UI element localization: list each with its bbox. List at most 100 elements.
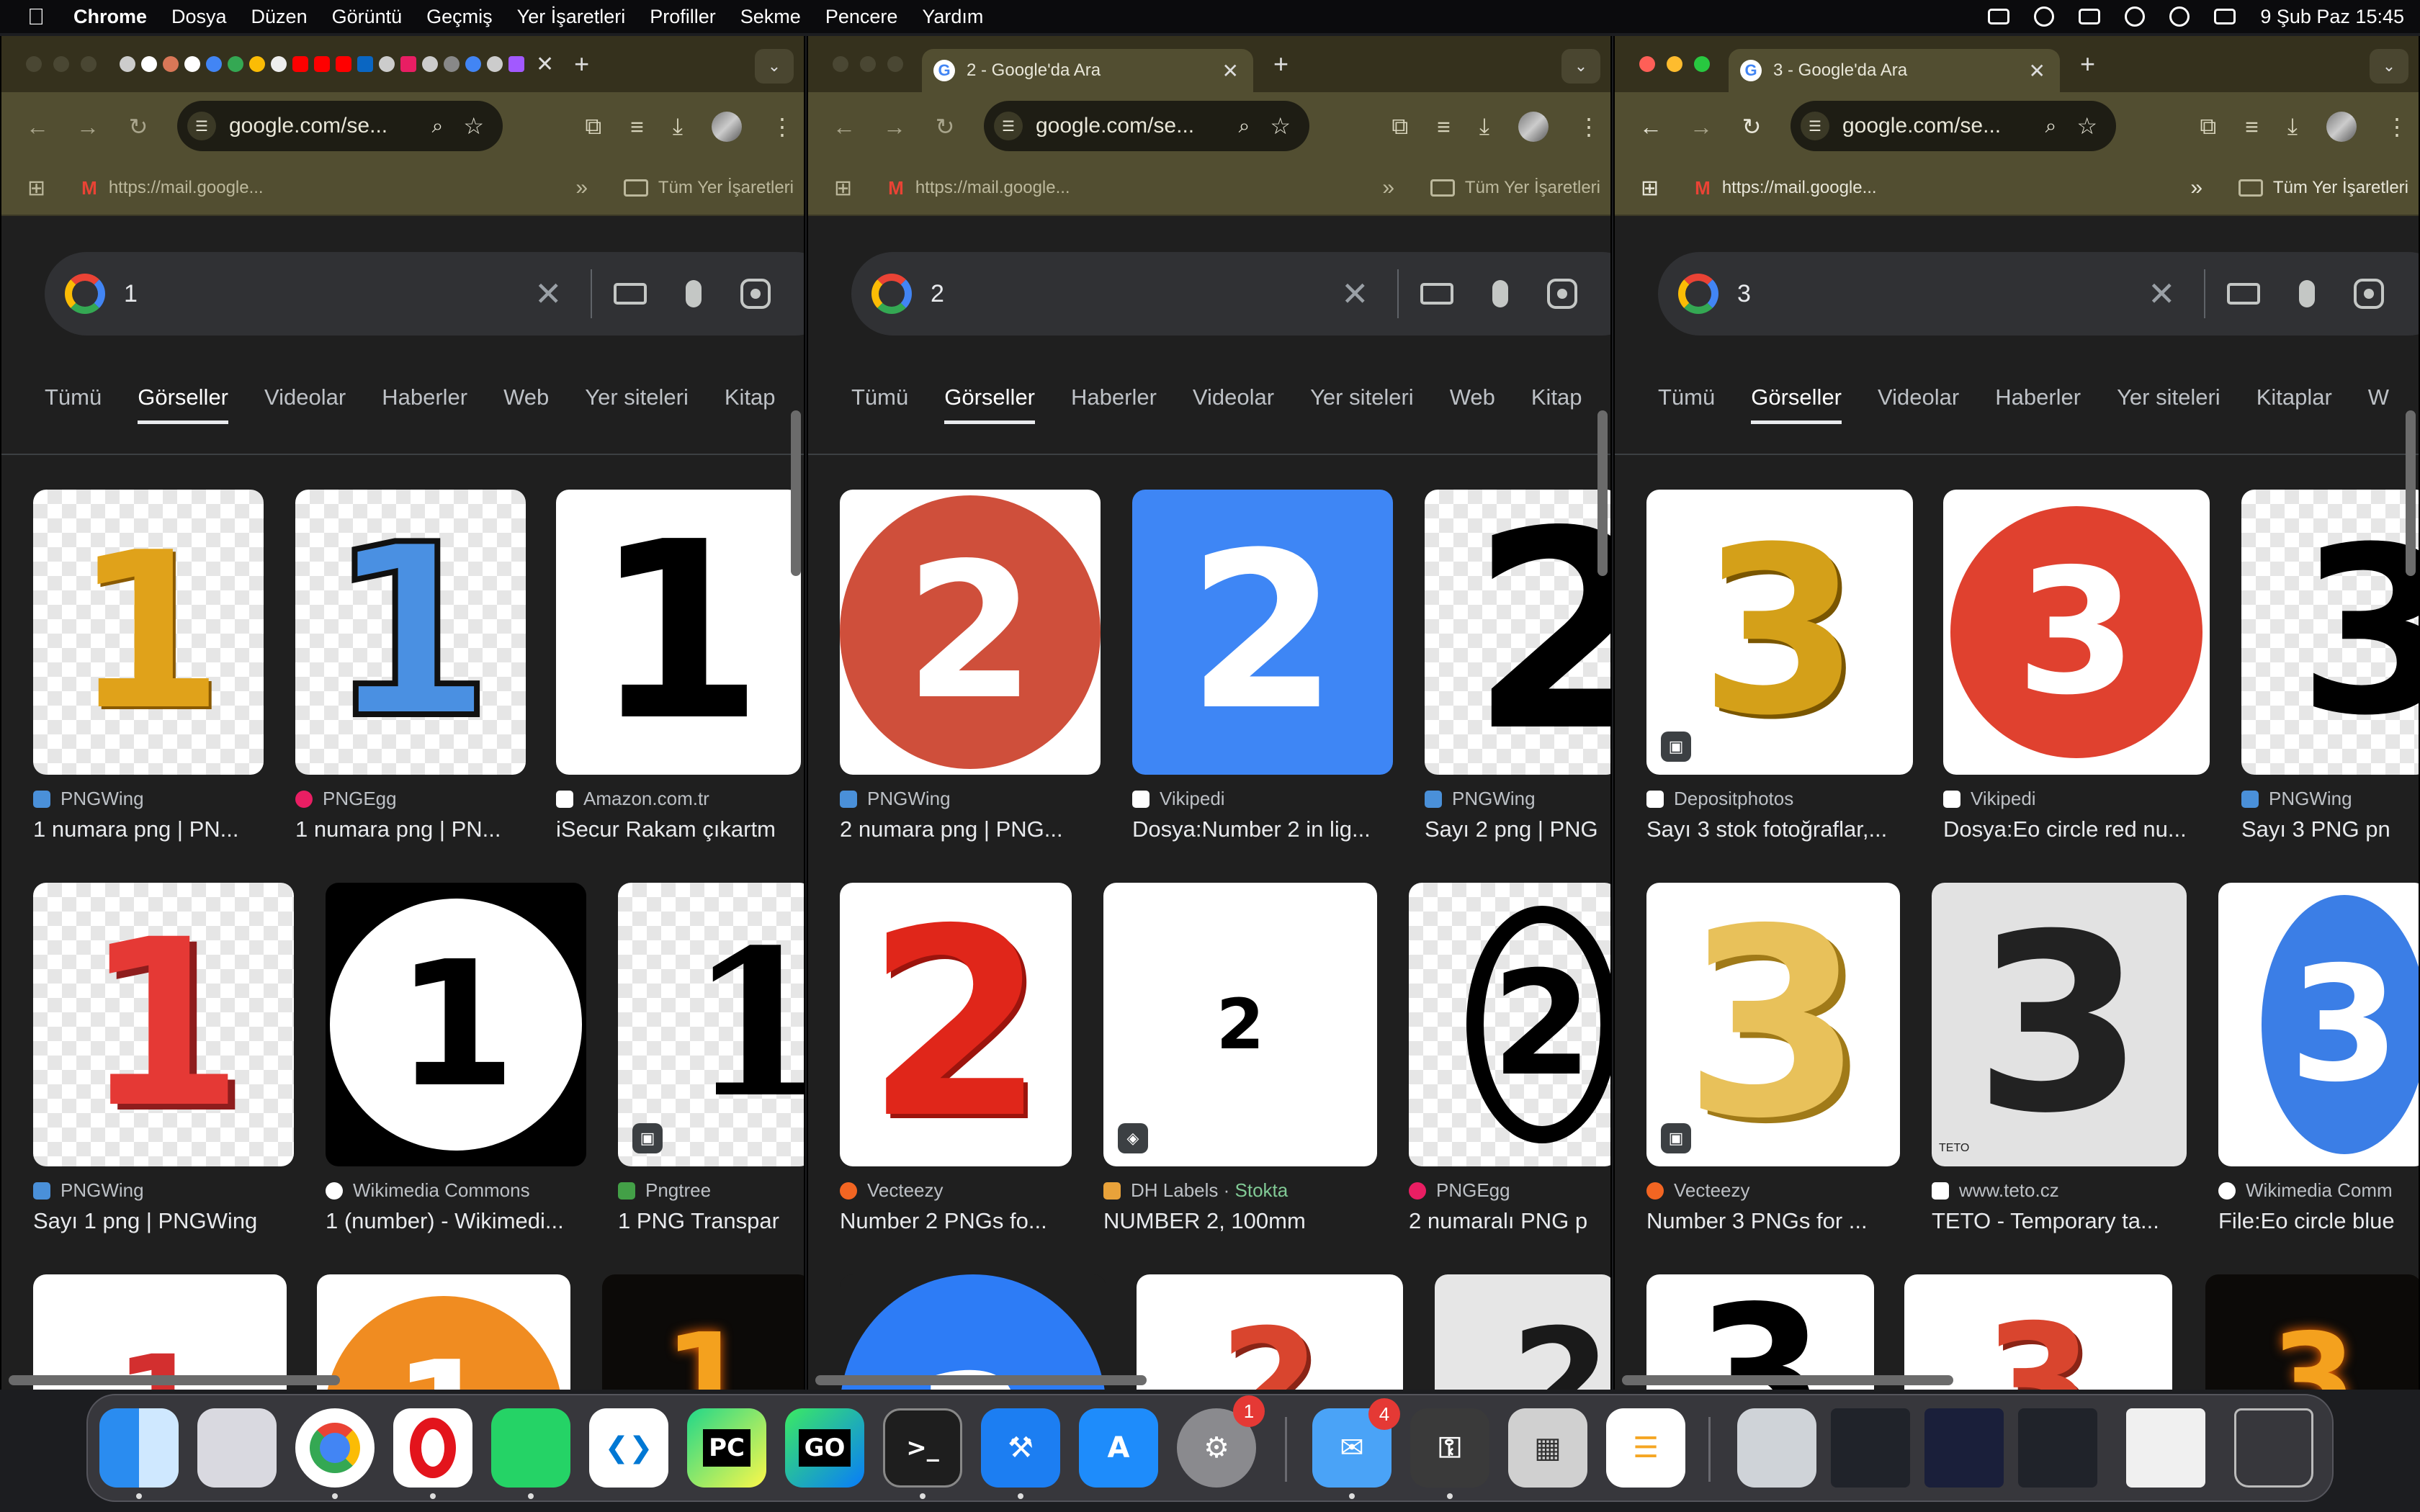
google-tab-icon[interactable] xyxy=(465,56,481,72)
download-icon[interactable]: ⤓ xyxy=(1479,113,1489,140)
chrome-tab-icon[interactable] xyxy=(422,56,438,72)
apple-menu-icon[interactable]:  xyxy=(27,4,45,30)
window-thumb-icon[interactable] xyxy=(1831,1408,1910,1488)
reminders-icon[interactable]: ☰ xyxy=(1606,1408,1685,1488)
result-thumbnail[interactable]: 2 xyxy=(1132,490,1393,775)
control-center-icon[interactable] xyxy=(2214,9,2236,24)
back-button[interactable]: ← xyxy=(830,114,859,140)
result-source[interactable]: PNGEgg xyxy=(295,788,397,810)
mic-icon[interactable] xyxy=(1492,280,1508,307)
bookmarks-overflow-icon[interactable]: » xyxy=(2190,176,2202,200)
window-thumb-icon[interactable] xyxy=(1924,1408,2004,1488)
tab-haberler[interactable]: Haberler xyxy=(382,384,467,424)
profile-avatar[interactable] xyxy=(712,112,742,142)
search-query[interactable]: 3 xyxy=(1737,280,1751,308)
youtube-tab-icon[interactable] xyxy=(314,56,330,72)
media-icon[interactable]: ≡ xyxy=(2245,114,2259,140)
download-icon[interactable]: ⤓ xyxy=(2287,113,2298,140)
search-box[interactable]: 1 ✕ xyxy=(45,252,804,336)
clear-search-icon[interactable]: ✕ xyxy=(1341,274,1369,313)
apps-grid-icon[interactable]: ⊞ xyxy=(834,176,852,201)
youtube-tab-icon[interactable] xyxy=(336,56,351,72)
result-thumbnail[interactable]: 1 ▣ xyxy=(618,883,804,1166)
goland-icon[interactable]: GO xyxy=(785,1408,864,1488)
tab-tumu[interactable]: Tümü xyxy=(1658,384,1715,424)
zoom-icon[interactable]: ⌕ xyxy=(1239,114,1250,138)
result-source[interactable]: PNGWing xyxy=(33,788,144,810)
address-bar[interactable]: ☰ google.com/se... ⌕ ☆ xyxy=(1791,101,2116,151)
result-thumbnail[interactable]: 3 ▣ xyxy=(1646,883,1900,1166)
address-bar[interactable]: ☰ google.com/se... ⌕ ☆ xyxy=(984,101,1309,151)
menu-item-pencere[interactable]: Pencere xyxy=(825,6,898,28)
app-tab-icon[interactable] xyxy=(400,56,416,72)
result-thumbnail[interactable]: 3 xyxy=(1904,1274,2172,1390)
mic-icon[interactable] xyxy=(2299,280,2315,307)
zoom-icon[interactable]: ⌕ xyxy=(2045,114,2057,138)
menu-item-yer-isaretleri[interactable]: Yer İşaretleri xyxy=(517,6,626,28)
close-tab-icon[interactable]: ✕ xyxy=(536,52,554,77)
extensions-icon[interactable]: ⧉ xyxy=(1392,113,1408,140)
result-source[interactable]: www.teto.cz xyxy=(1932,1179,2059,1202)
reload-button[interactable]: ↻ xyxy=(124,113,153,140)
result-source[interactable]: PNGWing xyxy=(840,788,951,810)
site-settings-icon[interactable]: ☰ xyxy=(187,112,216,140)
finder-icon[interactable] xyxy=(99,1408,179,1488)
trash-icon[interactable] xyxy=(2234,1408,2313,1488)
wifi-icon[interactable] xyxy=(2125,6,2146,27)
tab-web[interactable]: Web xyxy=(1450,384,1495,424)
appstore-icon[interactable]: A xyxy=(1079,1408,1158,1488)
clear-search-icon[interactable]: ✕ xyxy=(534,274,563,313)
result-thumbnail[interactable]: 2 xyxy=(840,1274,1106,1390)
profile-avatar[interactable] xyxy=(2326,112,2357,142)
close-tab-icon[interactable]: ✕ xyxy=(2029,59,2045,83)
zoom-window-button[interactable] xyxy=(1694,56,1710,72)
tab-haberler[interactable]: Haberler xyxy=(1995,384,2081,424)
menu-item-sekme[interactable]: Sekme xyxy=(740,6,801,28)
window-thumb-icon[interactable] xyxy=(2018,1408,2097,1488)
result-thumbnail[interactable]: 3 xyxy=(2241,490,2419,775)
menu-item-goruntu[interactable]: Görüntü xyxy=(332,6,403,28)
forward-button[interactable]: → xyxy=(1687,114,1716,140)
menu-item-dosya[interactable]: Dosya xyxy=(171,6,227,28)
terminal-icon[interactable]: >_ xyxy=(883,1408,962,1488)
tab-kitap[interactable]: Kitap xyxy=(1531,384,1582,424)
tab-gorseller[interactable]: Görseller xyxy=(1751,384,1842,424)
bookmark-star-icon[interactable]: ☆ xyxy=(1270,112,1291,140)
result-source[interactable]: Amazon.com.tr xyxy=(556,788,709,810)
vertical-scrollbar[interactable] xyxy=(1597,410,1608,576)
result-source[interactable]: Pngtree xyxy=(618,1179,711,1202)
forward-button[interactable]: → xyxy=(73,114,102,140)
bookmarks-overflow-icon[interactable]: » xyxy=(575,176,588,200)
result-thumbnail[interactable]: 2 xyxy=(1137,1274,1403,1390)
zoom-window-button[interactable] xyxy=(81,56,97,72)
whatsapp-icon[interactable] xyxy=(491,1408,570,1488)
result-thumbnail[interactable]: 1 xyxy=(33,883,294,1166)
back-button[interactable]: ← xyxy=(23,114,52,140)
tab-haberler[interactable]: Haberler xyxy=(1071,384,1157,424)
horizontal-scrollbar[interactable] xyxy=(1622,1375,1953,1385)
menu-item-yardim[interactable]: Yardım xyxy=(922,6,983,28)
xcode-icon[interactable]: ⚒ xyxy=(981,1408,1060,1488)
result-title[interactable]: 1 numara png | PN... xyxy=(33,816,264,842)
result-source[interactable]: Vecteezy xyxy=(1646,1179,1750,1202)
media-play-icon[interactable] xyxy=(2034,6,2055,27)
tab-search-button[interactable]: ⌄ xyxy=(2370,49,2408,84)
result-title[interactable]: Sayı 3 stok fotoğraflar,... xyxy=(1646,816,1913,842)
minimize-window-button[interactable] xyxy=(53,56,69,72)
tab-yer-siteleri[interactable]: Yer siteleri xyxy=(585,384,689,424)
keychain-icon[interactable]: ⚿ xyxy=(1410,1408,1489,1488)
zoom-window-button[interactable] xyxy=(887,56,903,72)
search-query[interactable]: 1 xyxy=(124,280,138,308)
result-source[interactable]: Vikipedi xyxy=(1132,788,1225,810)
reload-button[interactable]: ↻ xyxy=(1737,113,1766,140)
window-thumb-icon[interactable] xyxy=(2126,1408,2205,1488)
result-source[interactable]: Depositphotos xyxy=(1646,788,1793,810)
tab-gorseller[interactable]: Görseller xyxy=(944,384,1036,424)
result-title[interactable]: File:Eo circle blue xyxy=(2218,1208,2419,1234)
chrome-icon[interactable] xyxy=(295,1408,375,1488)
result-thumbnail[interactable]: 3 xyxy=(2218,883,2419,1166)
web-tab-icon[interactable] xyxy=(444,56,460,72)
apps-grid-icon[interactable]: ⊞ xyxy=(1641,176,1659,201)
mic-icon[interactable] xyxy=(686,280,702,307)
bookmark-gmail[interactable]: https://mail.google... xyxy=(109,178,264,198)
